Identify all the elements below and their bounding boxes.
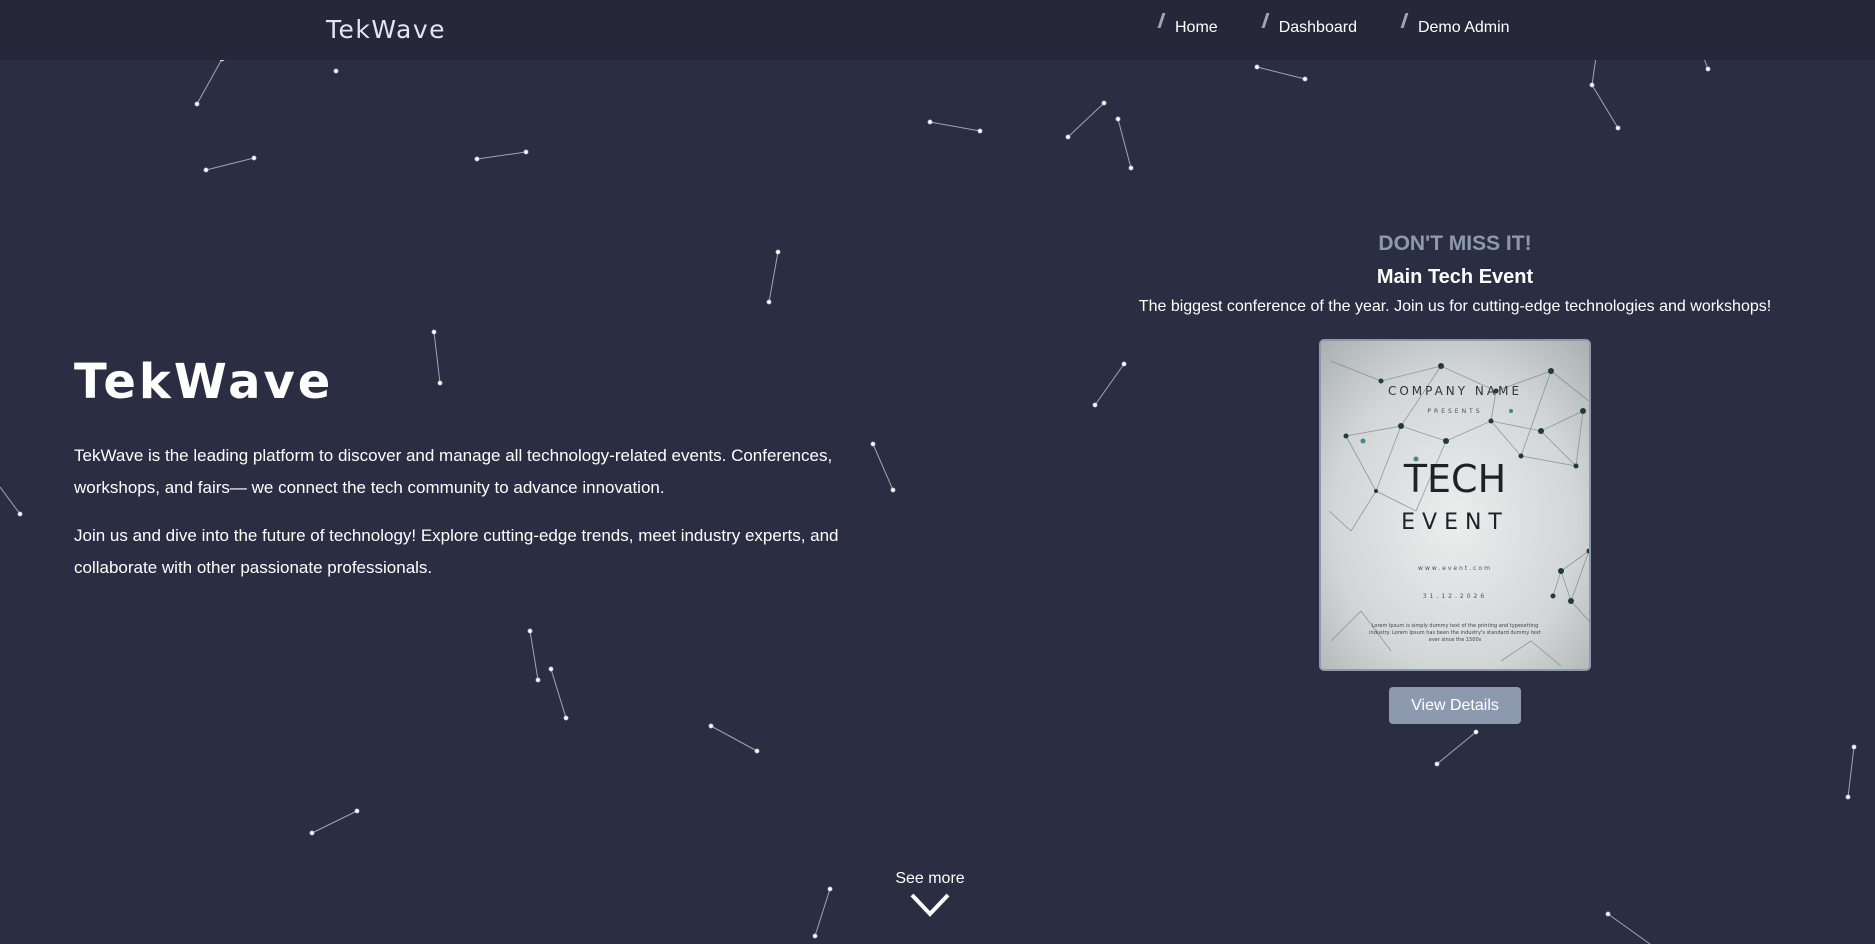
event-description: The biggest conference of the year. Join… — [1138, 298, 1772, 315]
nav-tick-icon — [1261, 13, 1270, 28]
nav-link-demo-admin[interactable]: Demo Admin — [1400, 13, 1510, 37]
poster-title-line2: EVENT — [1401, 510, 1509, 535]
see-more-link[interactable]: See more — [880, 870, 980, 918]
hero-title: TekWave — [74, 354, 334, 410]
nav-tick-icon — [1157, 13, 1166, 28]
poster-date: 31.12.2026 — [1423, 593, 1487, 600]
hero-section: TekWave TekWave is the leading platform … — [74, 354, 874, 584]
featured-event: DON'T MISS IT! Main Tech Event The bigge… — [1080, 228, 1830, 724]
nav-link-label: Dashboard — [1278, 19, 1357, 36]
poster-title-line1: TECH — [1403, 457, 1506, 501]
top-navbar: TekWave Home Dashboard Demo Admin — [0, 0, 1875, 60]
nav-link-label: Demo Admin — [1417, 19, 1510, 36]
hero-description: TekWave is the leading platform to disco… — [74, 446, 833, 497]
poster-website: www.event.com — [1418, 565, 1492, 572]
event-title: Main Tech Event — [1376, 266, 1534, 288]
nav-link-home[interactable]: Home — [1157, 13, 1218, 37]
event-poster-image: COMPANY NAME PRESENTS TECH EVENT www.eve… — [1319, 339, 1591, 671]
event-kicker: DON'T MISS IT! — [1378, 232, 1532, 255]
nav-link-dashboard[interactable]: Dashboard — [1261, 13, 1357, 37]
see-more-label: See more — [895, 870, 965, 887]
poster-presents: PRESENTS — [1427, 408, 1482, 415]
nav-links: Home Dashboard Demo Admin — [1157, 13, 1556, 37]
nav-tick-icon — [1400, 13, 1409, 28]
view-details-button[interactable]: View Details — [1389, 687, 1521, 724]
poster-company: COMPANY NAME — [1388, 384, 1522, 398]
brand-logo[interactable]: TekWave — [326, 15, 446, 44]
nav-link-label: Home — [1175, 19, 1218, 36]
poster-blurb: Lorem Ipsum is simply dummy text of the … — [1369, 623, 1541, 643]
hero-invitation: Join us and dive into the future of tech… — [74, 526, 839, 577]
chevron-down-icon[interactable] — [909, 892, 951, 918]
